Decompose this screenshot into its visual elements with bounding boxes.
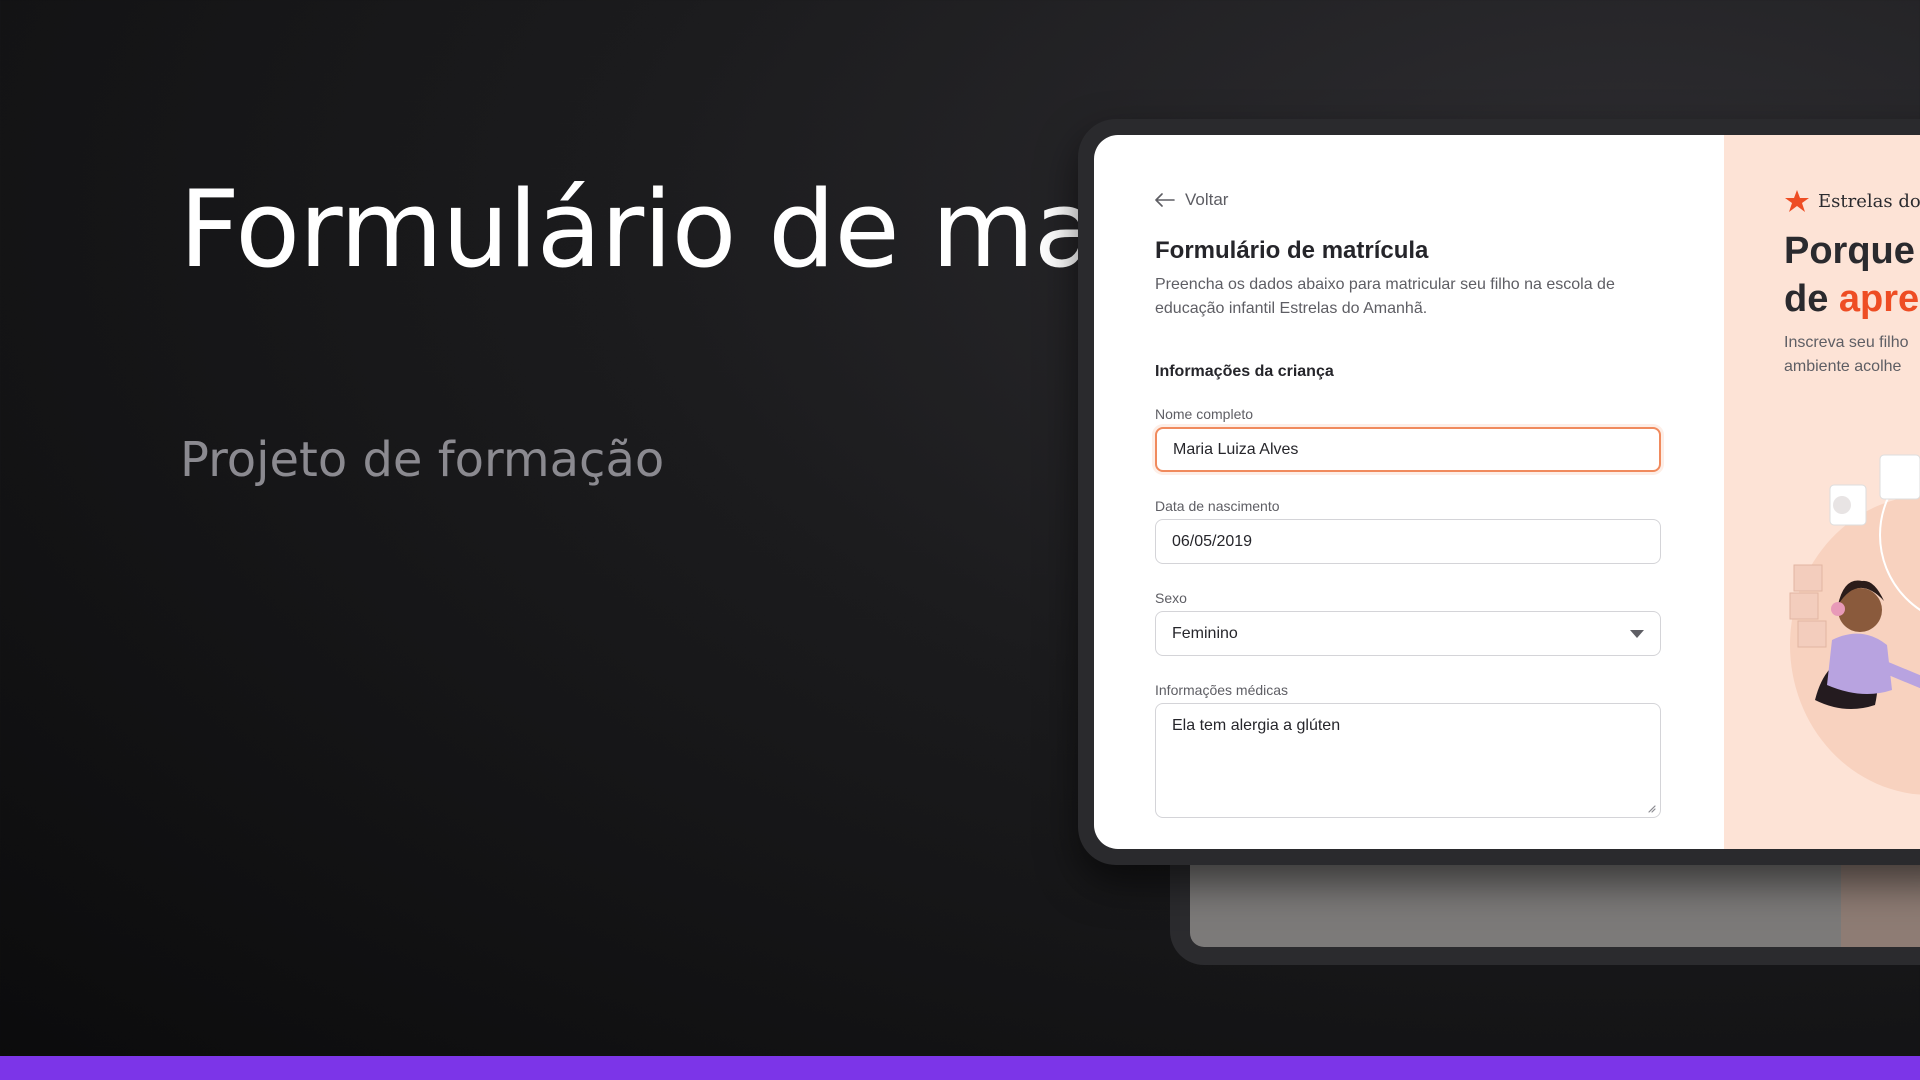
enrollment-form: Voltar Formulário de matrícula Preencha … [1094,135,1724,849]
sex-value: Feminino [1172,624,1238,642]
section-title: Informações da criança [1155,363,1334,380]
star-logo-icon [1785,190,1809,212]
back-link[interactable]: Voltar [1155,190,1228,210]
promo-panel: Estrelas do Porque de apre Inscreva seu … [1724,135,1920,849]
back-label: Voltar [1185,190,1229,209]
form-description: Preencha os dados abaixo para matricular… [1155,276,1615,317]
brand-name: Estrelas do [1818,190,1920,212]
promo-text-line2: ambiente acolhe [1784,358,1902,375]
form-title: Formulário de matrícula [1155,237,1429,264]
sex-select[interactable]: Feminino [1155,611,1661,656]
promo-text-line1: Inscreva seu filho [1784,334,1909,351]
promo-heading-prefix: de [1784,278,1839,320]
promo-heading-accent: apre [1838,278,1920,320]
promo-text: Inscreva seu filho ambiente acolhe [1784,331,1909,379]
birthdate-value: 06/05/2019 [1172,532,1253,550]
accent-bar [0,1056,1920,1080]
name-label: Nome completo [1155,406,1254,422]
name-input[interactable]: Maria Luiza Alves [1155,427,1661,472]
medical-label: Informações médicas [1155,682,1289,698]
promo-heading: Porque de apre [1784,227,1919,323]
sex-label: Sexo [1155,590,1187,606]
tablet-screen: Voltar Formulário de matrícula Preencha … [1094,135,1920,849]
tablet-frame: Voltar Formulário de matrícula Preencha … [1078,119,1920,865]
birthdate-input[interactable]: 06/05/2019 [1155,519,1661,564]
medical-textarea[interactable]: Ela tem alergia a glúten [1155,703,1661,818]
medical-value: Ela tem alergia a glúten [1172,717,1341,734]
promo-heading-line1: Porque [1784,230,1915,272]
birthdate-label: Data de nascimento [1155,498,1280,514]
name-value: Maria Luiza Alves [1173,440,1299,458]
hero-subtitle: Projeto de formação [180,432,665,488]
resize-handle-icon[interactable] [1646,803,1656,813]
brand-logo: Estrelas do [1784,189,1920,213]
child-drawing-illustration [1789,454,1920,795]
arrow-left-icon [1155,193,1175,207]
chevron-down-icon [1630,629,1644,638]
